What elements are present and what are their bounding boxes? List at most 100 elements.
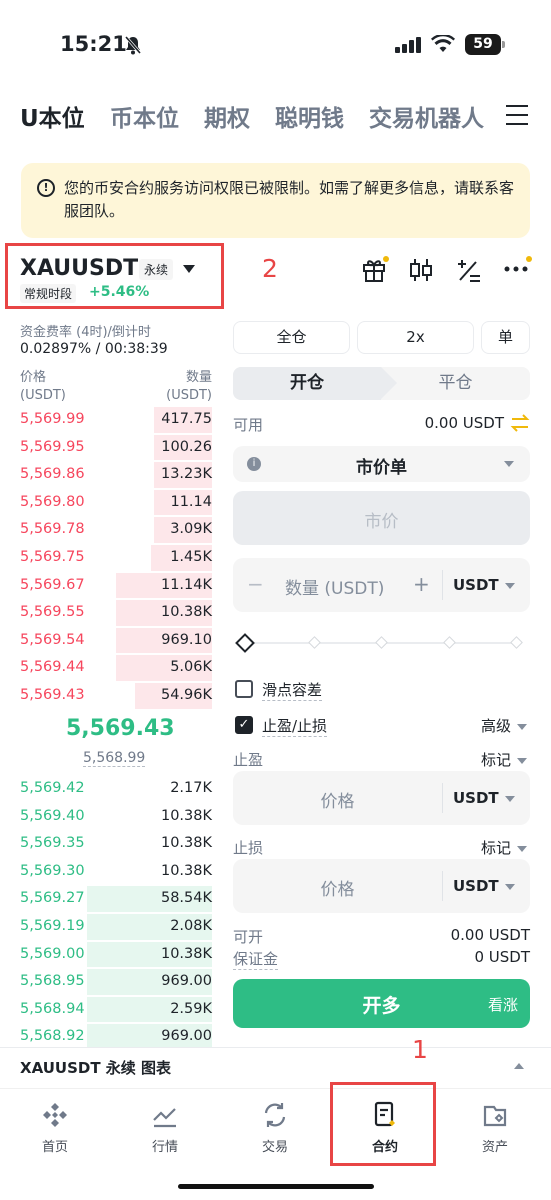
bid-qty: 2.59K	[170, 1000, 212, 1017]
sl-trigger-select[interactable]: 标记	[481, 837, 527, 858]
slider-step-75[interactable]	[443, 636, 456, 649]
slippage-checkbox[interactable]	[235, 680, 253, 698]
order-type-select[interactable]: i 市价单	[233, 446, 530, 482]
ask-price: 5,569.75	[20, 549, 85, 565]
nav-home[interactable]: 首页	[0, 1100, 110, 1155]
tab-coinm[interactable]: 币本位	[110, 99, 179, 133]
ask-row[interactable]: 5,569.55 10.38K	[20, 599, 212, 627]
menu-icon[interactable]	[506, 105, 528, 125]
calculator-icon[interactable]	[456, 256, 482, 284]
ask-row[interactable]: 5,569.86 13.23K	[20, 461, 212, 489]
ask-row[interactable]: 5,569.80 11.14	[20, 489, 212, 517]
bid-qty: 969.00	[161, 1028, 212, 1045]
bid-price: 5,569.27	[20, 890, 85, 907]
ask-price: 5,569.55	[20, 604, 85, 621]
margin-mode-button[interactable]: 全仓	[233, 321, 350, 354]
bid-row[interactable]: 5,569.40 10.38K	[20, 803, 212, 831]
position-mode-button[interactable]: 单	[481, 321, 530, 354]
quantity-input[interactable]: − 数量 (USDT) + USDT	[233, 558, 530, 612]
quantity-unit-select[interactable]: USDT	[453, 576, 515, 594]
tab-usdm[interactable]: U本位	[20, 99, 85, 133]
ask-row[interactable]: 5,569.99 417.75	[20, 406, 212, 434]
ask-price: 5,569.44	[20, 659, 85, 676]
open-long-button[interactable]: 开多 看涨	[233, 979, 530, 1028]
notice-text: 您的币安合约服务访问权限已被限制。如需了解更多信息，请联系客服团队。	[64, 179, 515, 220]
slider-step-25[interactable]	[308, 636, 321, 649]
tp-price-placeholder: 价格	[320, 792, 355, 812]
divider	[442, 871, 443, 901]
more-options-icon[interactable]	[503, 256, 533, 284]
symbol-dropdown-icon[interactable]	[183, 265, 195, 273]
annotation-number-2: 2	[262, 254, 278, 283]
ask-row[interactable]: 5,569.75 1.45K	[20, 544, 212, 572]
tab-smart-money[interactable]: 聪明钱	[275, 99, 344, 133]
bid-row[interactable]: 5,569.00 10.38K	[20, 941, 212, 969]
trade-icon	[264, 1103, 286, 1127]
price-input: 市价	[233, 491, 530, 545]
can-open-label: 可开	[233, 928, 264, 946]
close-position-tab[interactable]: 平仓	[381, 367, 530, 400]
ask-qty: 417.75	[161, 411, 212, 427]
decrease-qty-icon[interactable]: −	[247, 572, 264, 596]
mark-price[interactable]: 5,568.99	[83, 750, 146, 767]
nav-assets[interactable]: 资产	[440, 1100, 550, 1155]
slider-handle[interactable]	[235, 633, 255, 653]
ask-price: 5,569.78	[20, 521, 85, 538]
slippage-label: 滑点容差	[262, 681, 323, 701]
bullish-label: 看涨	[487, 996, 518, 1014]
bid-price: 5,569.42	[20, 780, 85, 796]
bid-qty: 969.00	[161, 973, 212, 990]
ask-row[interactable]: 5,569.43 54.96K	[20, 682, 212, 710]
orderbook-qty-header: 数量 (USDT)	[166, 370, 212, 403]
markets-icon	[153, 1108, 176, 1128]
transfer-icon[interactable]	[510, 414, 530, 432]
tpsl-label: 止盈/止损	[262, 717, 328, 737]
open-position-tab[interactable]: 开仓	[233, 367, 397, 400]
ask-price: 5,569.80	[20, 493, 85, 510]
tp-unit-select[interactable]: USDT	[453, 789, 515, 807]
margin-label: 保证金	[233, 950, 279, 970]
ask-qty: 100.26	[161, 438, 212, 455]
ask-row[interactable]: 5,569.95 100.26	[20, 434, 212, 462]
tp-trigger-select[interactable]: 标记	[481, 749, 527, 770]
sl-price-input[interactable]: 价格 USDT	[233, 859, 530, 913]
ask-row[interactable]: 5,569.54 969.10	[20, 627, 212, 655]
ask-row[interactable]: 5,569.67 11.14K	[20, 572, 212, 600]
increase-qty-icon[interactable]: +	[413, 572, 430, 596]
bid-row[interactable]: 5,569.42 2.17K	[20, 775, 212, 803]
bid-qty: 2.08K	[170, 918, 212, 934]
quantity-slider[interactable]	[235, 633, 523, 653]
price-change: +5.46%	[89, 284, 150, 300]
alert-icon: !	[37, 179, 55, 197]
ask-row[interactable]: 5,569.78 3.09K	[20, 516, 212, 544]
chevron-up-icon[interactable]	[514, 1063, 524, 1069]
bid-row[interactable]: 5,569.30 10.38K	[20, 858, 212, 886]
ask-qty: 1.45K	[170, 549, 212, 565]
bid-row[interactable]: 5,569.27 58.54K	[20, 885, 212, 913]
tpsl-checkbox[interactable]: ✓	[235, 716, 253, 734]
orderbook-price-header: 价格 (USDT)	[20, 370, 66, 403]
tp-price-input[interactable]: 价格 USDT	[233, 771, 530, 825]
sl-label: 止损	[233, 839, 264, 857]
chart-bar-label: XAUUSDT 永续 图表	[20, 1059, 172, 1077]
gift-icon[interactable]	[361, 256, 389, 284]
bid-price: 5,568.92	[20, 1028, 85, 1045]
tab-options[interactable]: 期权	[204, 99, 250, 133]
slider-step-100[interactable]	[510, 636, 523, 649]
bid-row[interactable]: 5,569.35 10.38K	[20, 830, 212, 858]
ask-row[interactable]: 5,569.44 5.06K	[20, 654, 212, 682]
bid-row[interactable]: 5,568.94 2.59K	[20, 996, 212, 1024]
candlestick-chart-icon[interactable]	[409, 256, 433, 284]
symbol-name[interactable]: XAUUSDT	[20, 256, 138, 281]
leverage-button[interactable]: 2x	[357, 321, 474, 354]
bid-row[interactable]: 5,569.19 2.08K	[20, 913, 212, 941]
ask-qty: 3.09K	[170, 521, 212, 538]
tab-trading-bots[interactable]: 交易机器人	[369, 99, 484, 133]
nav-markets[interactable]: 行情	[110, 1100, 220, 1155]
sl-unit-select[interactable]: USDT	[453, 877, 515, 895]
slider-step-50[interactable]	[375, 636, 388, 649]
nav-trade[interactable]: 交易	[220, 1100, 330, 1155]
advanced-select[interactable]: 高级	[481, 715, 527, 736]
bid-row[interactable]: 5,568.95 969.00	[20, 968, 212, 996]
bid-qty: 2.17K	[170, 780, 212, 796]
